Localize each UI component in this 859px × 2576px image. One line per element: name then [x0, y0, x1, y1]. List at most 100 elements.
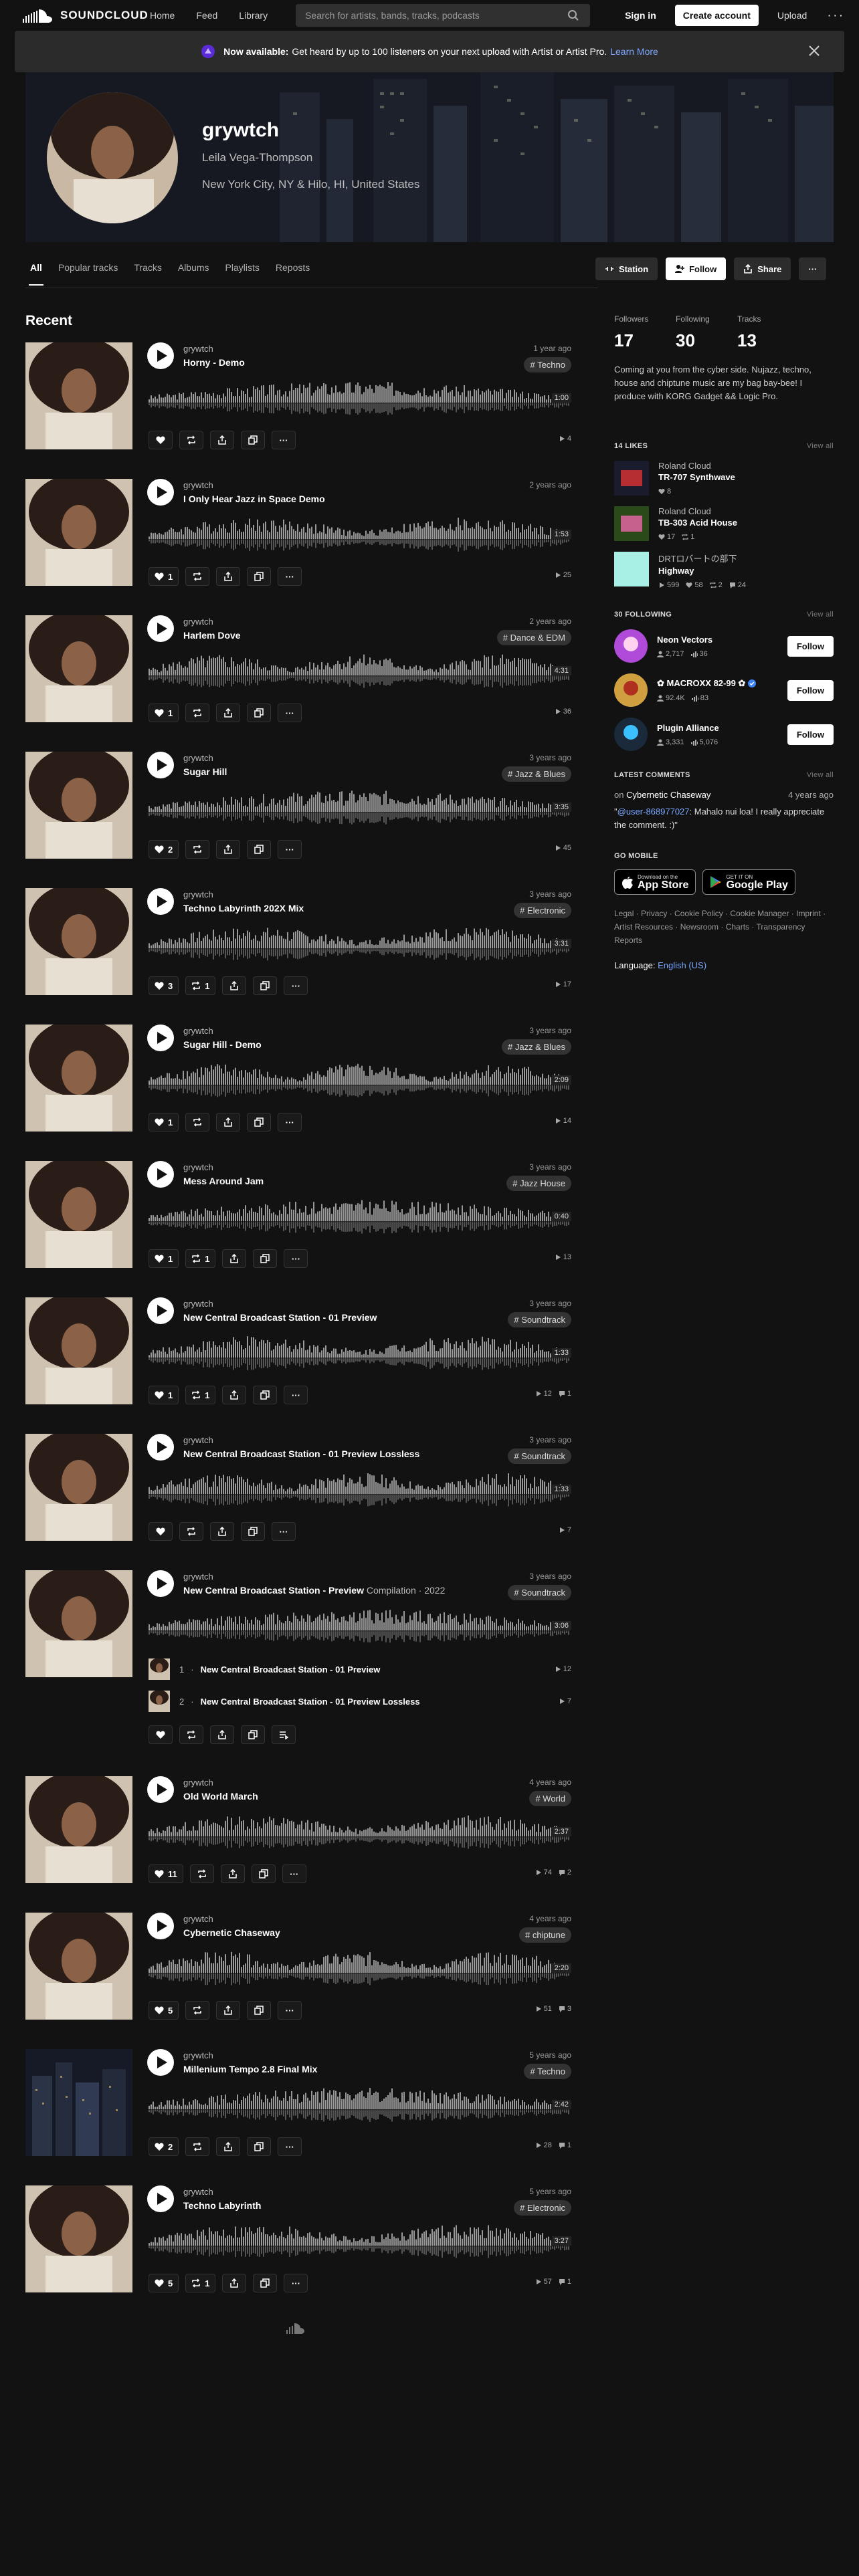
comment-count[interactable]: 1 [559, 2141, 571, 2149]
nav-feed-link[interactable]: Feed [196, 10, 217, 21]
share-track-button[interactable] [216, 840, 241, 859]
track-title[interactable]: New Central Broadcast Station - Preview … [183, 1585, 445, 1596]
like-button[interactable]: 1 [149, 1113, 179, 1132]
play-button[interactable] [147, 1434, 174, 1461]
track-artwork[interactable] [25, 615, 132, 722]
follow-user-button[interactable]: Follow [787, 635, 834, 657]
more-actions-button[interactable]: ··· [282, 1864, 306, 1883]
search-input[interactable] [296, 9, 561, 21]
genre-tag[interactable]: # Soundtrack [508, 1312, 571, 1327]
repost-button[interactable] [179, 1725, 203, 1744]
share-track-button[interactable] [216, 704, 241, 722]
waveform-graph[interactable] [149, 2088, 571, 2123]
copy-link-button[interactable] [247, 704, 272, 722]
track-artwork[interactable] [25, 2185, 132, 2292]
play-button[interactable] [147, 1776, 174, 1803]
followed-user-item[interactable]: Plugin Alliance 3,331 5,076 Follow [614, 718, 834, 751]
track-user-link[interactable]: grywtch [183, 2050, 213, 2060]
track-title[interactable]: Cybernetic Chaseway [183, 1927, 280, 1938]
waveform[interactable] [149, 2224, 571, 2259]
waveform-graph[interactable] [149, 1063, 571, 1098]
track-title[interactable]: Techno Labyrinth 202X Mix [183, 903, 304, 914]
copy-link-button[interactable] [253, 2274, 278, 2292]
genre-tag[interactable]: # Jazz & Blues [502, 766, 571, 782]
track-user-link[interactable]: grywtch [183, 1162, 213, 1172]
waveform[interactable] [149, 1473, 571, 1507]
more-actions-button[interactable]: ··· [278, 567, 302, 586]
genre-tag[interactable]: # Soundtrack [508, 1585, 571, 1600]
waveform-graph[interactable] [149, 1815, 571, 1850]
copy-link-button[interactable] [253, 1386, 278, 1404]
comment-count[interactable]: 1 [559, 2278, 571, 2286]
search-icon[interactable] [567, 9, 579, 21]
track-artwork[interactable] [25, 342, 132, 449]
repost-button[interactable] [179, 431, 203, 449]
track-title[interactable]: Mess Around Jam [183, 1176, 264, 1186]
waveform[interactable] [149, 927, 571, 962]
share-track-button[interactable] [210, 1725, 234, 1744]
close-icon[interactable] [807, 43, 822, 58]
waveform-graph[interactable] [149, 1609, 571, 1644]
share-track-button[interactable] [220, 1864, 245, 1883]
track-title[interactable]: Millenium Tempo 2.8 Final Mix [183, 2064, 317, 2074]
waveform[interactable] [149, 654, 571, 689]
repost-button[interactable]: 1 [185, 1249, 216, 1268]
tab-playlists[interactable]: Playlists [225, 262, 260, 273]
copy-link-button[interactable] [241, 431, 265, 449]
liked-track-item[interactable]: DRTロバートの部下 Highway 599 58 2 24 [614, 552, 834, 589]
play-button[interactable] [147, 1570, 174, 1597]
play-button[interactable] [147, 1161, 174, 1188]
like-button[interactable] [149, 1522, 173, 1541]
follow-button[interactable]: Follow [666, 257, 727, 280]
play-button[interactable] [147, 342, 174, 369]
like-button[interactable] [149, 1725, 173, 1744]
genre-tag[interactable]: # chiptune [519, 1927, 571, 1943]
share-track-button[interactable] [216, 567, 241, 586]
followers-stat[interactable]: Followers 17 [614, 314, 676, 351]
track-user-link[interactable]: grywtch [183, 1778, 213, 1788]
share-track-button[interactable] [222, 976, 247, 995]
followed-user-item[interactable]: Neon Vectors 2,717 36 Follow [614, 629, 834, 663]
track-user-link[interactable]: grywtch [183, 480, 213, 490]
copy-link-button[interactable] [253, 1249, 278, 1268]
track-user-link[interactable]: grywtch [183, 1026, 213, 1036]
liked-track-item[interactable]: Roland Cloud TR-707 Synthwave 8 [614, 461, 834, 496]
more-button[interactable]: ··· [799, 257, 827, 280]
genre-tag[interactable]: # Electronic [514, 903, 571, 918]
share-track-button[interactable] [210, 1522, 234, 1541]
more-actions-button[interactable]: ··· [278, 840, 302, 859]
share-track-button[interactable] [210, 431, 234, 449]
copy-link-button[interactable] [241, 1522, 265, 1541]
waveform[interactable] [149, 518, 571, 552]
track-user-link[interactable]: grywtch [183, 1914, 213, 1924]
waveform-graph[interactable] [149, 654, 571, 689]
share-track-button[interactable] [216, 1113, 241, 1132]
waveform-graph[interactable] [149, 1473, 571, 1507]
waveform[interactable] [149, 381, 571, 416]
set-track-item[interactable]: 1 · New Central Broadcast Station - 01 Pr… [149, 1658, 571, 1680]
waveform-graph[interactable] [149, 1336, 571, 1371]
genre-tag[interactable]: # Techno [524, 357, 571, 372]
follow-user-button[interactable]: Follow [787, 724, 834, 745]
track-title[interactable]: I Only Hear Jazz in Space Demo [183, 494, 325, 504]
play-button[interactable] [147, 615, 174, 642]
like-button[interactable]: 11 [149, 1864, 183, 1883]
repost-button[interactable] [185, 2001, 210, 2020]
upload-link[interactable]: Upload [777, 10, 807, 21]
waveform[interactable] [149, 2088, 571, 2123]
like-button[interactable]: 2 [149, 2137, 179, 2156]
track-title[interactable]: Harlem Dove [183, 630, 241, 641]
tab-popular-tracks[interactable]: Popular tracks [58, 262, 118, 273]
copy-link-button[interactable] [247, 840, 272, 859]
repost-button[interactable] [185, 704, 210, 722]
like-button[interactable]: 3 [149, 976, 179, 995]
more-options-icon[interactable]: ··· [827, 8, 844, 23]
like-button[interactable]: 1 [149, 1249, 179, 1268]
play-button[interactable] [147, 752, 174, 778]
waveform-graph[interactable] [149, 381, 571, 416]
set-track-item[interactable]: 2 · New Central Broadcast Station - 01 Pr… [149, 1691, 571, 1712]
app-store-badge[interactable]: Download on the App Store [614, 869, 696, 895]
track-user-link[interactable]: grywtch [183, 344, 213, 354]
share-track-button[interactable] [216, 2001, 241, 2020]
tab-reposts[interactable]: Reposts [276, 262, 310, 273]
